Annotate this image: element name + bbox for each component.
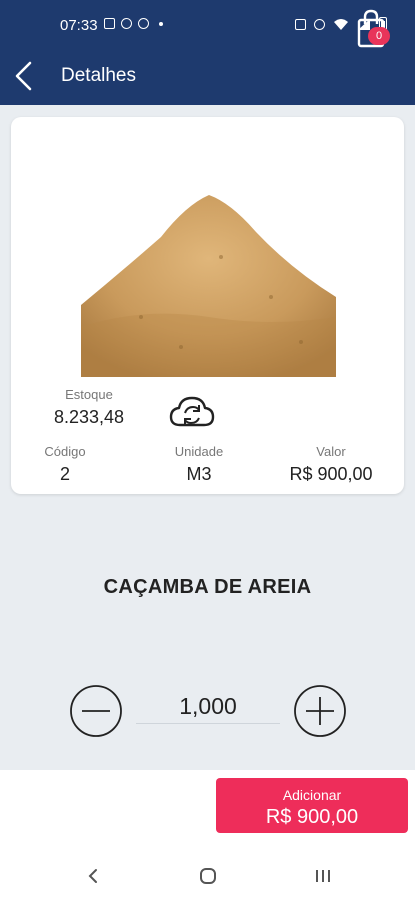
sync-button[interactable] [168,391,216,433]
quantity-decrease-button[interactable] [69,684,123,738]
code-value: 2 [59,464,70,484]
back-button[interactable] [10,58,46,94]
price-value: R$ 900,00 [289,464,373,484]
product-name: CAÇAMBA DE AREIA [103,576,312,598]
product-card: Estoque 8.233,48 Código 2 Unidade M3 Val… [11,117,404,494]
nav-home-button[interactable] [193,862,223,890]
nav-back-icon [88,869,97,883]
quantity-input[interactable] [136,690,280,724]
more-dot-icon [159,21,163,26]
unit-label: Unidade [174,444,224,459]
price-label: Valor [316,444,346,459]
nav-home-icon [200,868,216,884]
system-nav-bar [0,850,415,900]
nav-back-button[interactable] [78,862,108,890]
stock-label: Estoque [65,387,113,402]
nav-recents-icon [316,870,330,882]
gallery-icon [104,18,115,29]
unit-value: M3 [186,464,212,484]
alarm-icon [138,18,149,29]
status-time: 07:33 [60,17,98,34]
add-button-label: Adicionar [282,787,342,803]
status-notification-icons [104,18,163,29]
wifi-icon [334,18,348,30]
back-arrow-icon [15,61,32,91]
mute-icon [314,18,325,30]
stock-value: 8.233,48 [53,407,125,427]
cart-count-badge: 0 [368,27,390,45]
code-label: Código [44,444,86,459]
quantity-increase-button[interactable] [293,684,347,738]
product-image [81,195,336,377]
page-title: Detalhes [61,65,136,86]
plus-circle-icon [294,685,346,737]
minus-circle-icon [70,685,122,737]
nav-recents-button[interactable] [308,862,338,890]
b-circle-icon [121,18,132,29]
nfc-icon [295,18,306,30]
add-button-price: R$ 900,00 [265,806,359,828]
add-to-cart-button[interactable]: Adicionar R$ 900,00 [216,778,408,833]
app-bar: Detalhes [0,46,415,105]
sync-cloud-icon [169,396,215,427]
